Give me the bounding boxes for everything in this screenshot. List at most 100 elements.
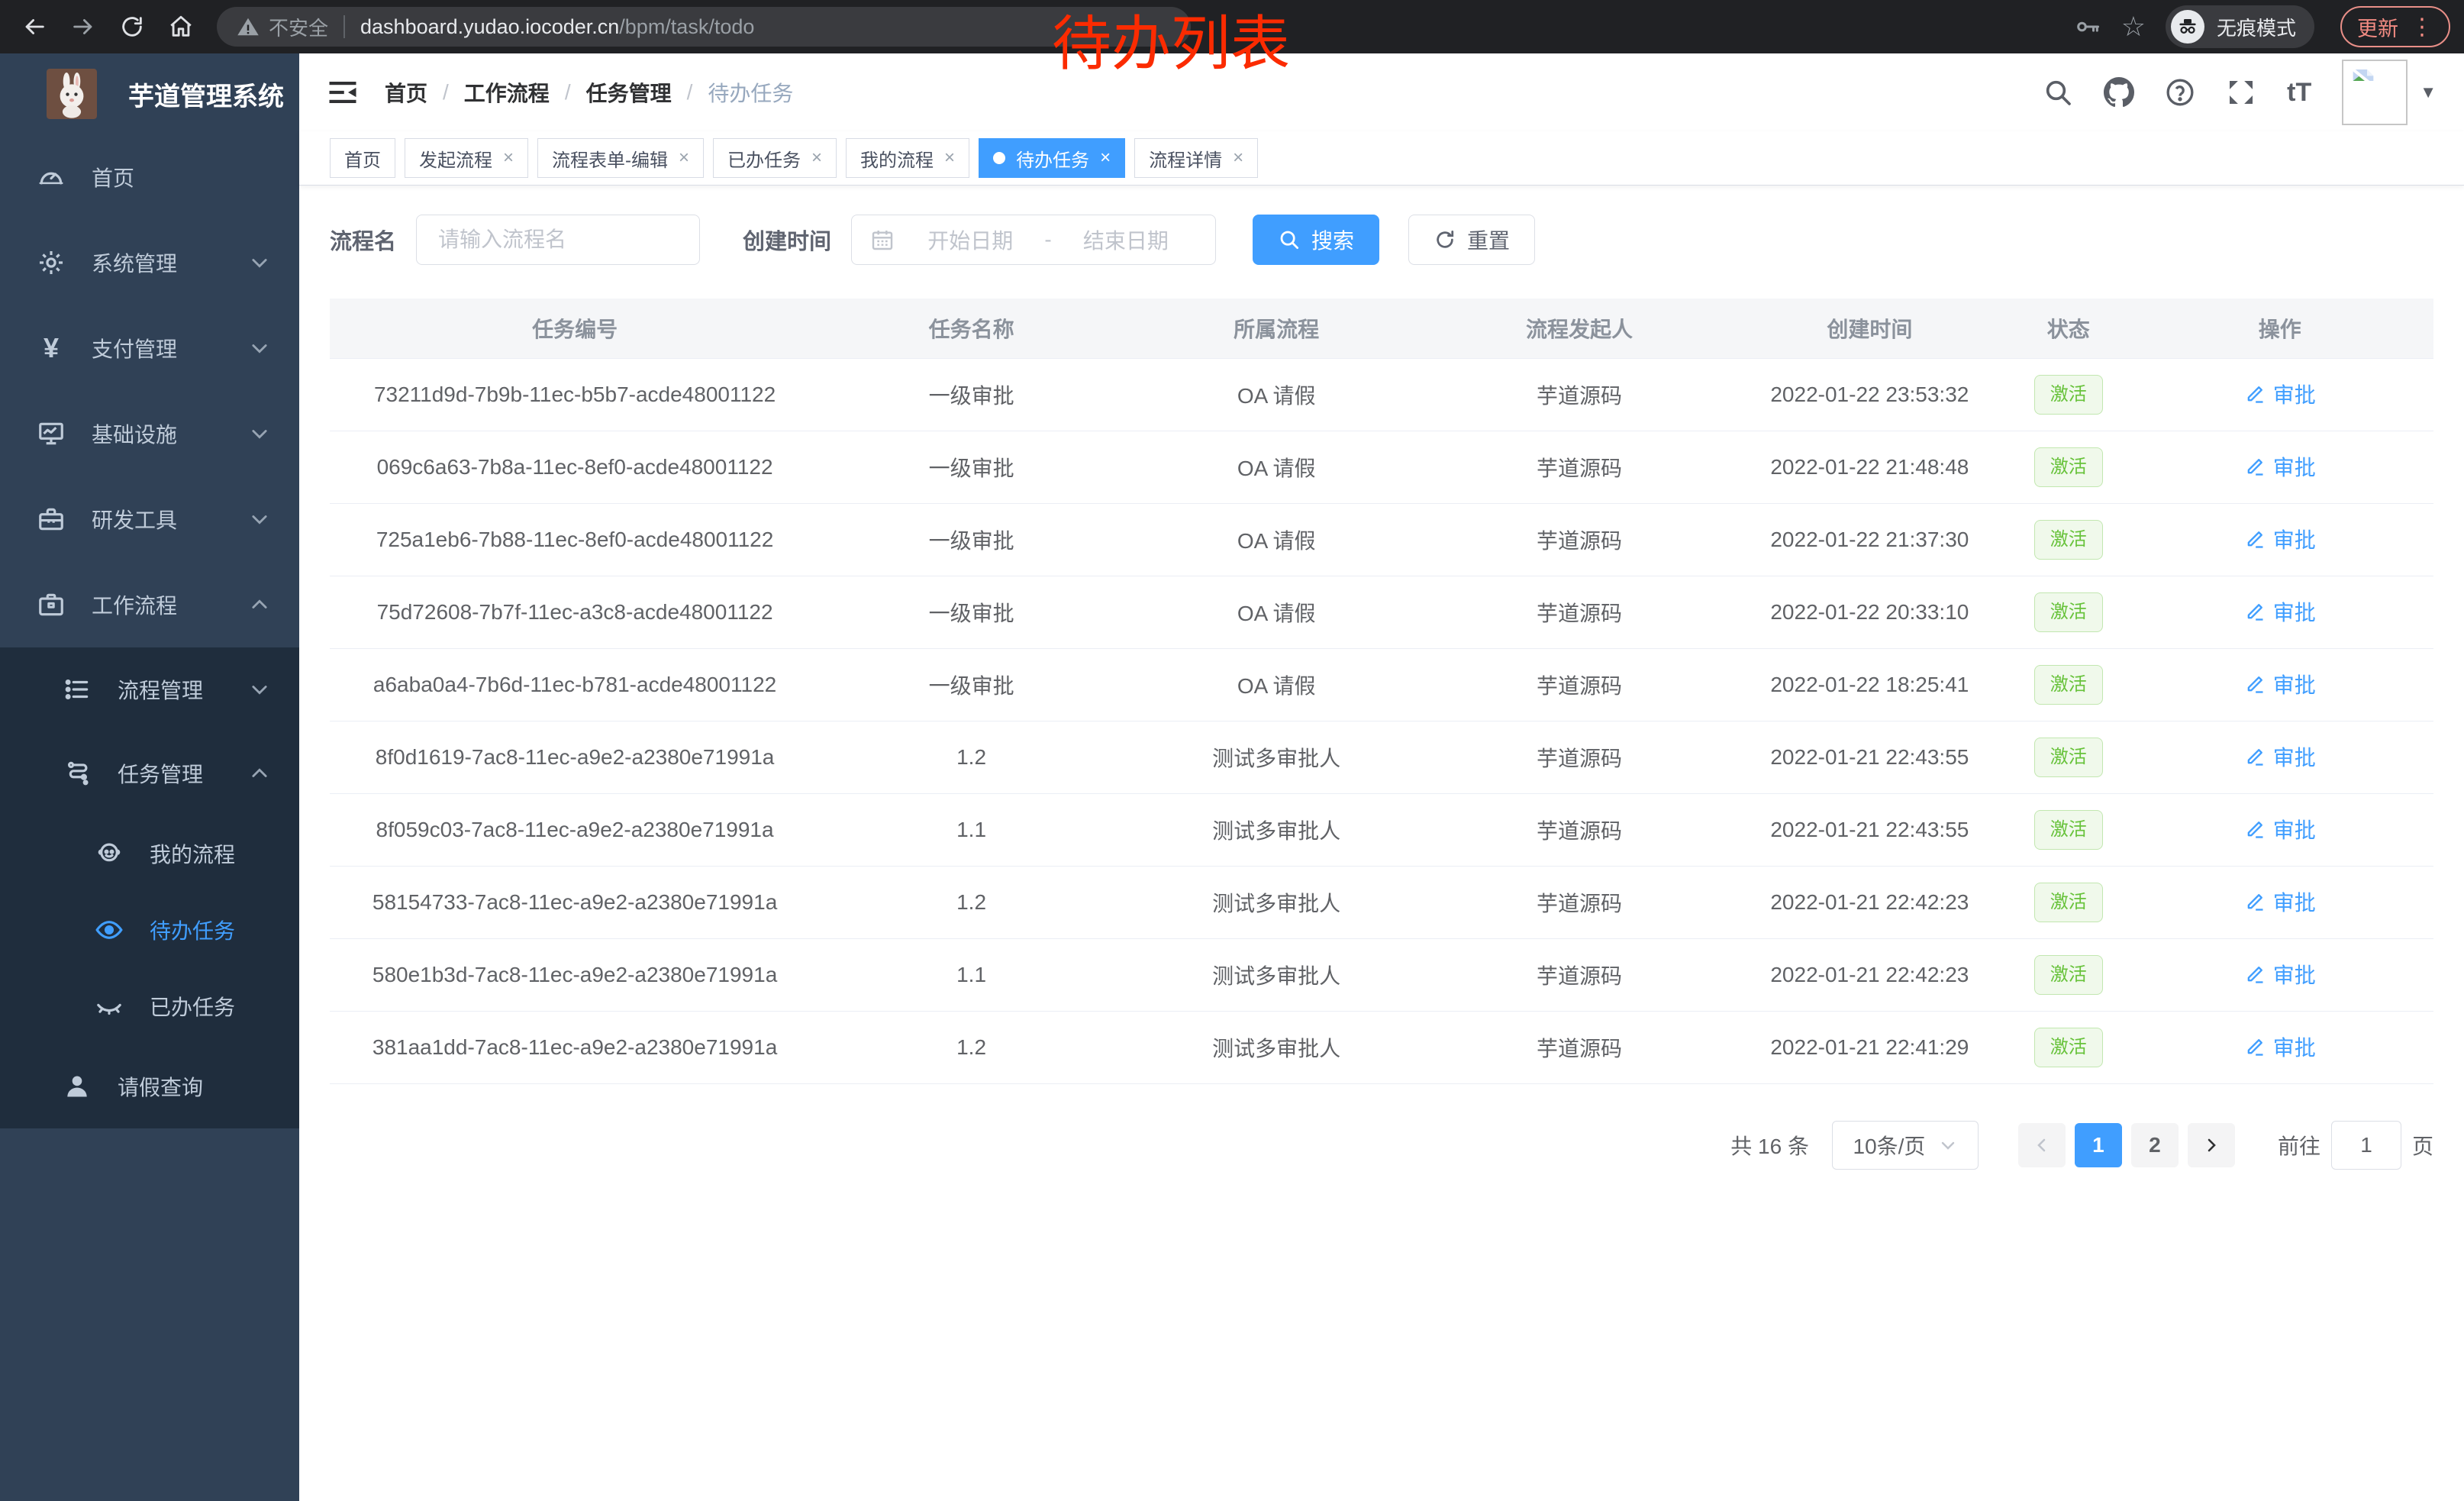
help-question-icon[interactable] (2165, 77, 2195, 108)
approve-link[interactable]: 审批 (2244, 596, 2316, 627)
approve-link[interactable]: 审批 (2244, 451, 2316, 482)
browser-menu-kebab-icon[interactable]: ⋮ (2411, 14, 2433, 40)
close-tab-icon[interactable]: × (1100, 149, 1111, 167)
chevron-down-icon (249, 679, 270, 700)
cell-task-id: 725a1eb6-7b88-11ec-8ef0-acde48001122 (330, 503, 820, 576)
sidebar: 芋道管理系统 首页 系统管理 ¥ 支付管理 基础设施 (0, 53, 299, 1501)
tab-home[interactable]: 首页 (330, 138, 395, 178)
tab-process-detail[interactable]: 流程详情 × (1134, 138, 1258, 178)
avatar-caret-down-icon[interactable]: ▼ (2420, 82, 2437, 102)
github-icon[interactable] (2104, 77, 2134, 108)
date-range-picker[interactable]: 开始日期 - 结束日期 (851, 215, 1216, 265)
navbar-right-cluster: tT ▼ (2043, 60, 2437, 125)
address-bar[interactable]: 不安全 dashboard.yudao.iocoder.cn/bpm/task/… (217, 7, 1191, 47)
cell-process: OA 请假 (1123, 576, 1430, 648)
font-size-icon[interactable]: tT (2287, 78, 2311, 108)
cell-task-name: 1.2 (820, 866, 1123, 938)
column-header-status: 状态 (2011, 299, 2127, 358)
tab-process-form-edit[interactable]: 流程表单-编辑 × (537, 138, 704, 178)
prev-page-button[interactable] (2018, 1123, 2066, 1167)
navbar: 首页 / 工作流程 / 任务管理 / 待办任务 tT (299, 53, 2464, 131)
cell-create-time: 2022-01-21 22:43:55 (1729, 793, 2011, 866)
sidebar-item-done-tasks[interactable]: 已办任务 (0, 968, 299, 1044)
browser-reload-button[interactable] (111, 6, 153, 47)
breadcrumb-item[interactable]: 工作流程 (464, 77, 550, 108)
close-tab-icon[interactable]: × (944, 149, 955, 167)
toolbox-icon (37, 505, 66, 534)
cell-starter: 芋道源码 (1430, 358, 1728, 431)
sidebar-item-payment[interactable]: ¥ 支付管理 (0, 305, 299, 391)
search-icon[interactable] (2043, 77, 2073, 108)
browser-forward-button[interactable] (63, 6, 104, 47)
edit-pen-icon (2244, 964, 2266, 985)
sidebar-item-home[interactable]: 首页 (0, 134, 299, 220)
table-row: 8f0d1619-7ac8-11ec-a9e2-a2380e71991a 1.2… (330, 721, 2433, 793)
sidebar-item-dev-tools[interactable]: 研发工具 (0, 476, 299, 562)
start-date-placeholder[interactable]: 开始日期 (899, 224, 1041, 255)
sidebar-fold-toggle-icon[interactable] (327, 76, 359, 108)
approve-link[interactable]: 审批 (2244, 1031, 2316, 1062)
column-header-task-id: 任务编号 (330, 299, 820, 358)
goto-unit-label: 页 (2412, 1130, 2433, 1160)
tab-start-process[interactable]: 发起流程 × (405, 138, 528, 178)
sidebar-item-my-process[interactable]: 我的流程 (0, 815, 299, 892)
reset-button[interactable]: 重置 (1408, 215, 1535, 265)
cell-task-id: 8f0d1619-7ac8-11ec-a9e2-a2380e71991a (330, 721, 820, 793)
goto-page-input[interactable] (2331, 1121, 2401, 1170)
tab-todo-tasks[interactable]: 待办任务 × (979, 138, 1125, 178)
fullscreen-icon[interactable] (2226, 77, 2256, 108)
password-key-icon[interactable] (2074, 13, 2101, 40)
end-date-placeholder[interactable]: 结束日期 (1055, 224, 1197, 255)
cell-starter: 芋道源码 (1430, 576, 1728, 648)
cell-task-name: 一级审批 (820, 358, 1123, 431)
breadcrumb-item[interactable]: 首页 (385, 77, 427, 108)
search-button[interactable]: 搜索 (1253, 215, 1379, 265)
user-avatar-wrap: ▼ (2342, 60, 2437, 125)
process-name-input[interactable] (416, 215, 700, 265)
approve-link[interactable]: 审批 (2244, 741, 2316, 772)
breadcrumb-item-current: 待办任务 (708, 77, 793, 108)
chrome-right-cluster: ☆ 无痕模式 更新 ⋮ (2074, 5, 2450, 48)
approve-link[interactable]: 审批 (2244, 814, 2316, 844)
approve-link[interactable]: 审批 (2244, 959, 2316, 989)
tab-my-process[interactable]: 我的流程 × (846, 138, 969, 178)
sidebar-item-leave-query[interactable]: 请假查询 (0, 1044, 299, 1128)
sidebar-item-process-mgmt[interactable]: 流程管理 (0, 647, 299, 731)
breadcrumb-item[interactable]: 任务管理 (586, 77, 672, 108)
reload-icon (119, 14, 145, 40)
calendar-icon (870, 228, 895, 252)
browser-back-button[interactable] (14, 6, 55, 47)
close-tab-icon[interactable]: × (811, 149, 822, 167)
sidebar-item-system[interactable]: 系统管理 (0, 220, 299, 305)
approve-link[interactable]: 审批 (2244, 669, 2316, 699)
page-button-1[interactable]: 1 (2075, 1123, 2122, 1167)
tab-label: 流程详情 (1149, 145, 1222, 172)
chevron-left-icon (2033, 1136, 2051, 1154)
next-page-button[interactable] (2188, 1123, 2235, 1167)
pagination-total: 共 16 条 (1730, 1130, 1809, 1160)
page-button-2[interactable]: 2 (2131, 1123, 2179, 1167)
approve-link[interactable]: 审批 (2244, 379, 2316, 409)
approve-link[interactable]: 审批 (2244, 524, 2316, 554)
cell-create-time: 2022-01-21 22:42:23 (1729, 866, 2011, 938)
sidebar-item-todo-tasks[interactable]: 待办任务 (0, 892, 299, 968)
back-arrow-icon (21, 14, 47, 40)
avatar-broken-image[interactable] (2342, 60, 2408, 125)
table-row: 381aa1dd-7ac8-11ec-a9e2-a2380e71991a 1.2… (330, 1011, 2433, 1083)
close-tab-icon[interactable]: × (1233, 149, 1243, 167)
page-size-select[interactable]: 10条/页 (1832, 1121, 1979, 1170)
browser-home-button[interactable] (160, 6, 202, 47)
browser-update-button[interactable]: 更新 ⋮ (2340, 6, 2450, 47)
bookmark-star-icon[interactable]: ☆ (2121, 13, 2146, 40)
app-logo-row[interactable]: 芋道管理系统 (0, 53, 299, 134)
sidebar-item-workflow[interactable]: 工作流程 (0, 562, 299, 647)
chevron-down-icon (249, 337, 270, 359)
sidebar-item-task-mgmt[interactable]: 任务管理 (0, 731, 299, 815)
approve-link[interactable]: 审批 (2244, 886, 2316, 917)
close-tab-icon[interactable]: × (503, 149, 514, 167)
briefcase-icon (37, 590, 66, 619)
close-tab-icon[interactable]: × (679, 149, 689, 167)
sidebar-item-infrastructure[interactable]: 基础设施 (0, 391, 299, 476)
tab-done-tasks[interactable]: 已办任务 × (713, 138, 837, 178)
tab-label: 发起流程 (419, 145, 492, 172)
